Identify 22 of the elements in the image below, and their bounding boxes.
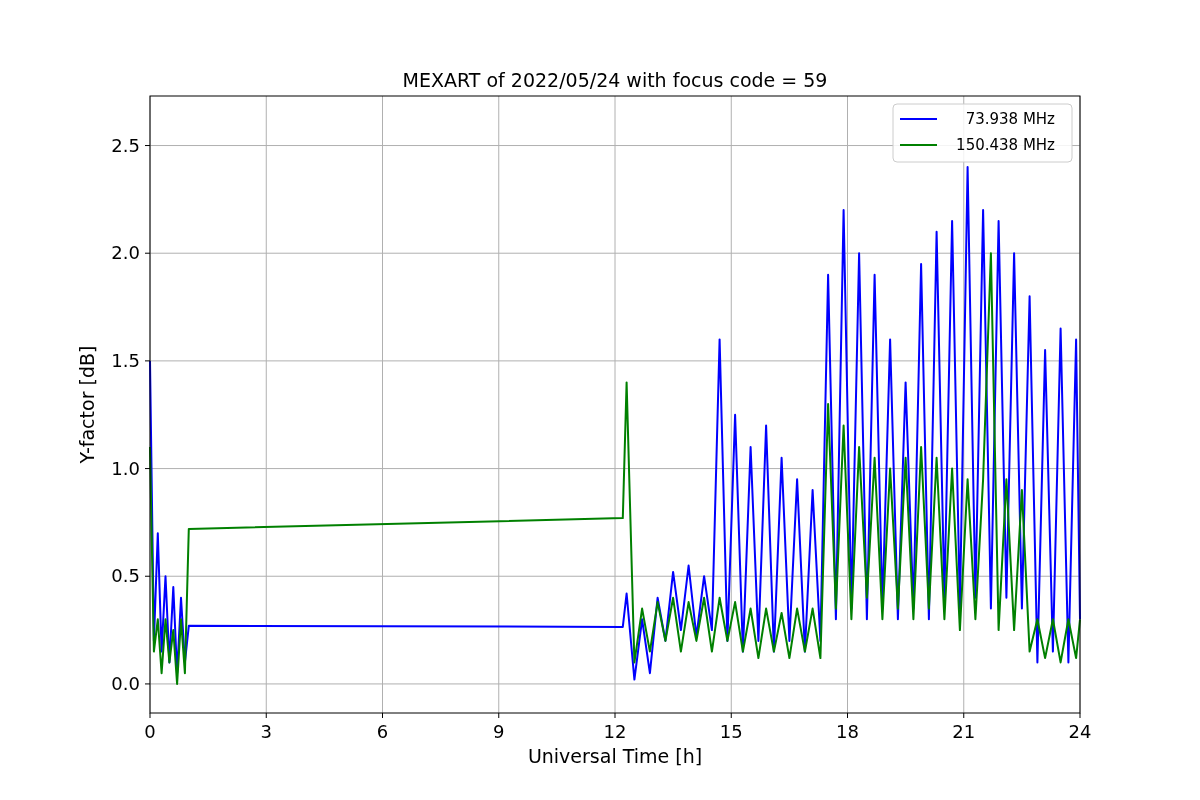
legend-line bbox=[899, 144, 938, 146]
chart-title: MEXART of 2022/05/24 with focus code = 59 bbox=[402, 69, 828, 91]
x-tick-label: 15 bbox=[719, 721, 743, 742]
y-tick-label: 2.0 bbox=[111, 242, 140, 264]
x-tick-label: 6 bbox=[376, 721, 389, 742]
x-tick-label: 21 bbox=[952, 721, 976, 742]
y-tick-label: 1.5 bbox=[111, 349, 140, 371]
legend-line bbox=[899, 118, 938, 120]
y-tick-label: 0.5 bbox=[111, 565, 140, 587]
x-tick-label: 0 bbox=[144, 721, 156, 742]
y-tick-label: 1.0 bbox=[111, 457, 140, 479]
x-tick-label: 3 bbox=[260, 721, 272, 742]
legend-label: 150.438 MHz bbox=[956, 136, 1055, 154]
x-tick-label: 9 bbox=[493, 721, 505, 742]
x-tick-label: 18 bbox=[836, 721, 859, 742]
y-tick-label: 0.0 bbox=[111, 672, 140, 694]
x-tick-label: 12 bbox=[603, 721, 627, 742]
x-tick-label: 24 bbox=[1068, 721, 1092, 742]
y-tick-label: 2.5 bbox=[111, 134, 140, 156]
x-axis-label: Universal Time [h] bbox=[527, 745, 703, 767]
legend-label: 73.938 MHz bbox=[965, 110, 1055, 128]
y-axis-label: Y-factor [dB] bbox=[76, 345, 98, 464]
